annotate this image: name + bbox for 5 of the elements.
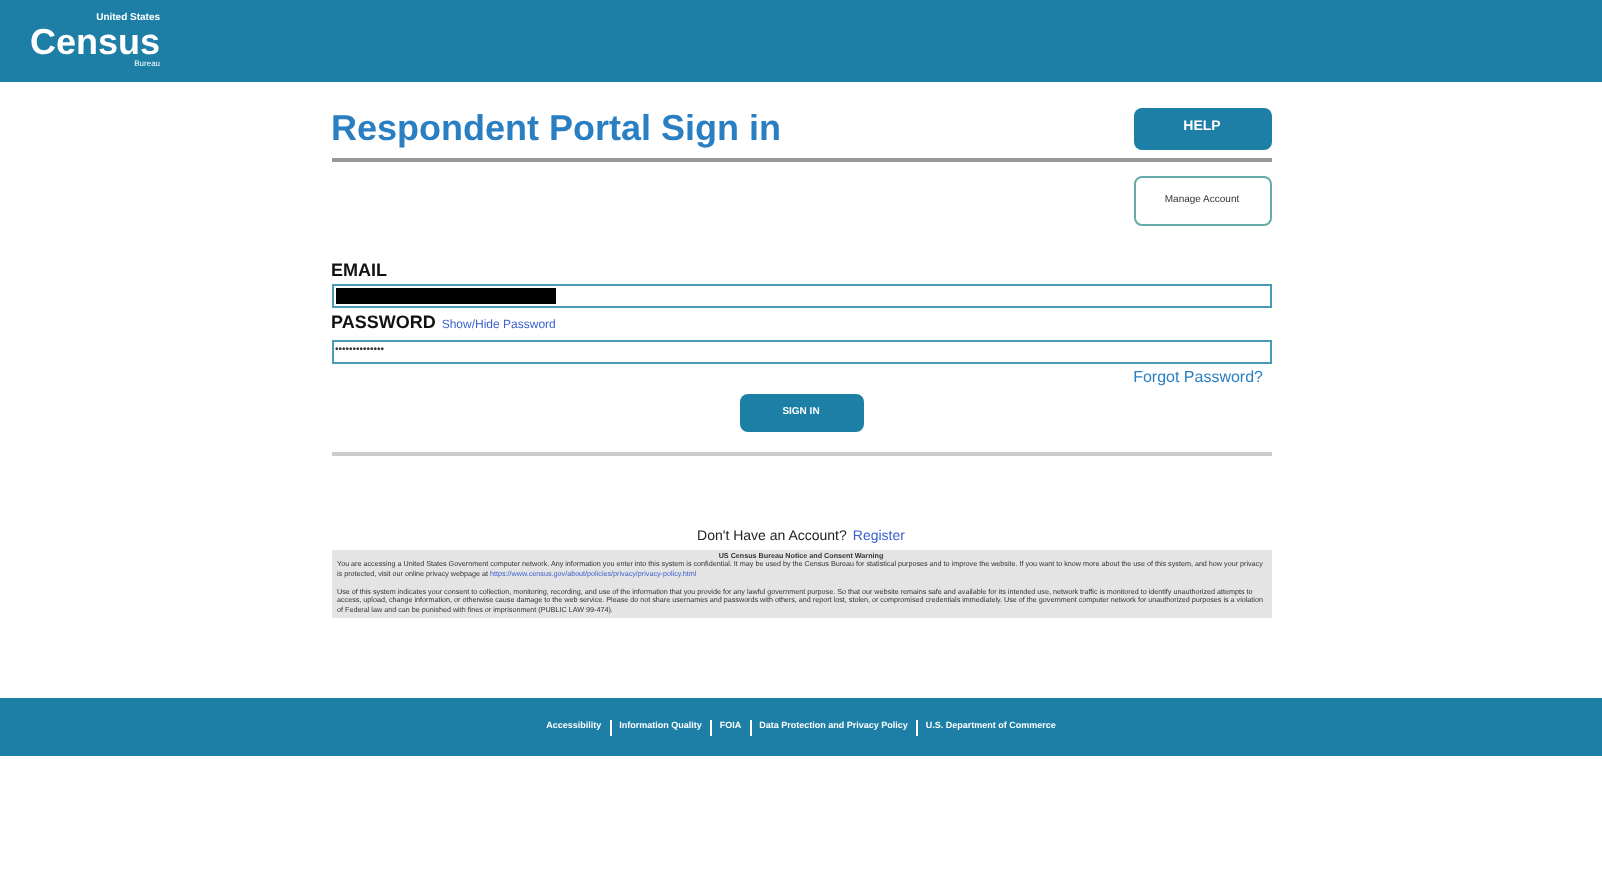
forgot-password-link[interactable]: Forgot Password? [1133,366,1271,390]
password-label: PASSWORD [331,314,436,332]
email-field[interactable] [331,284,1271,308]
page-title: Respondent Portal Sign in [331,110,782,150]
email-label: EMAIL [331,262,389,280]
